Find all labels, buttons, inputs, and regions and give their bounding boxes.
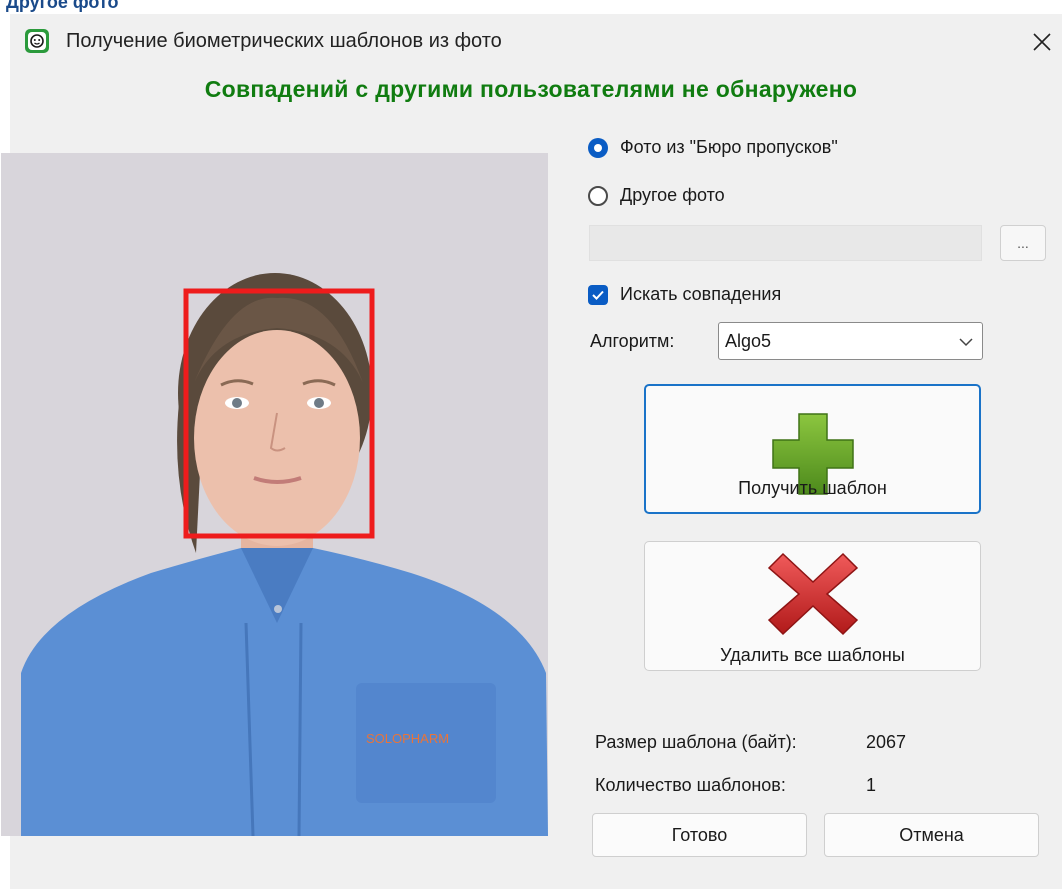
get-template-button[interactable]: Получить шаблон — [644, 384, 981, 514]
search-matches-checkbox[interactable]: Искать совпадения — [588, 284, 781, 305]
employee-photo: SOLOPHARM — [1, 153, 548, 836]
radio-label-other: Другое фото — [620, 185, 725, 205]
radio-unchecked-icon — [588, 185, 608, 206]
algorithm-label: Алгоритм: — [590, 331, 675, 351]
title-bar: Получение биометрических шаблонов из фот… — [10, 14, 1062, 70]
template-size-value: 2067 — [866, 732, 907, 752]
app-face-icon — [25, 29, 49, 53]
close-button[interactable] — [1022, 22, 1062, 62]
template-count-label: Количество шаблонов: — [595, 775, 786, 795]
close-icon — [1033, 33, 1051, 51]
checkbox-checked-icon — [588, 284, 608, 305]
get-template-label: Получить шаблон — [738, 478, 887, 498]
algorithm-select[interactable]: Algo5 — [718, 322, 983, 360]
photo-path-input[interactable] — [589, 225, 982, 261]
algorithm-value: Algo5 — [725, 331, 772, 351]
delete-templates-label: Удалить все шаблоны — [720, 645, 905, 665]
template-count-value: 1 — [866, 775, 877, 795]
background-caption: Другое фото — [6, 0, 119, 12]
match-status-heading: Совпадений с другими пользователями не о… — [204, 76, 858, 102]
chevron-down-icon — [959, 338, 973, 347]
radio-photo-from-bureau[interactable]: Фото из "Бюро пропусков" — [588, 137, 838, 158]
ok-button[interactable]: Готово — [592, 813, 807, 857]
window-title: Получение биометрических шаблонов из фот… — [66, 30, 502, 52]
delete-templates-button[interactable]: Удалить все шаблоны — [644, 541, 981, 671]
red-x-icon — [767, 552, 858, 636]
radio-label-bureau: Фото из "Бюро пропусков" — [620, 137, 838, 157]
browse-button[interactable]: ... — [1000, 225, 1046, 261]
template-size-label: Размер шаблона (байт): — [595, 732, 797, 752]
search-matches-label: Искать совпадения — [620, 284, 782, 304]
cancel-button[interactable]: Отмена — [824, 813, 1039, 857]
radio-checked-icon — [588, 137, 608, 158]
radio-other-photo[interactable]: Другое фото — [588, 185, 725, 206]
photo-badge-text: SOLOPHARM — [366, 731, 449, 746]
